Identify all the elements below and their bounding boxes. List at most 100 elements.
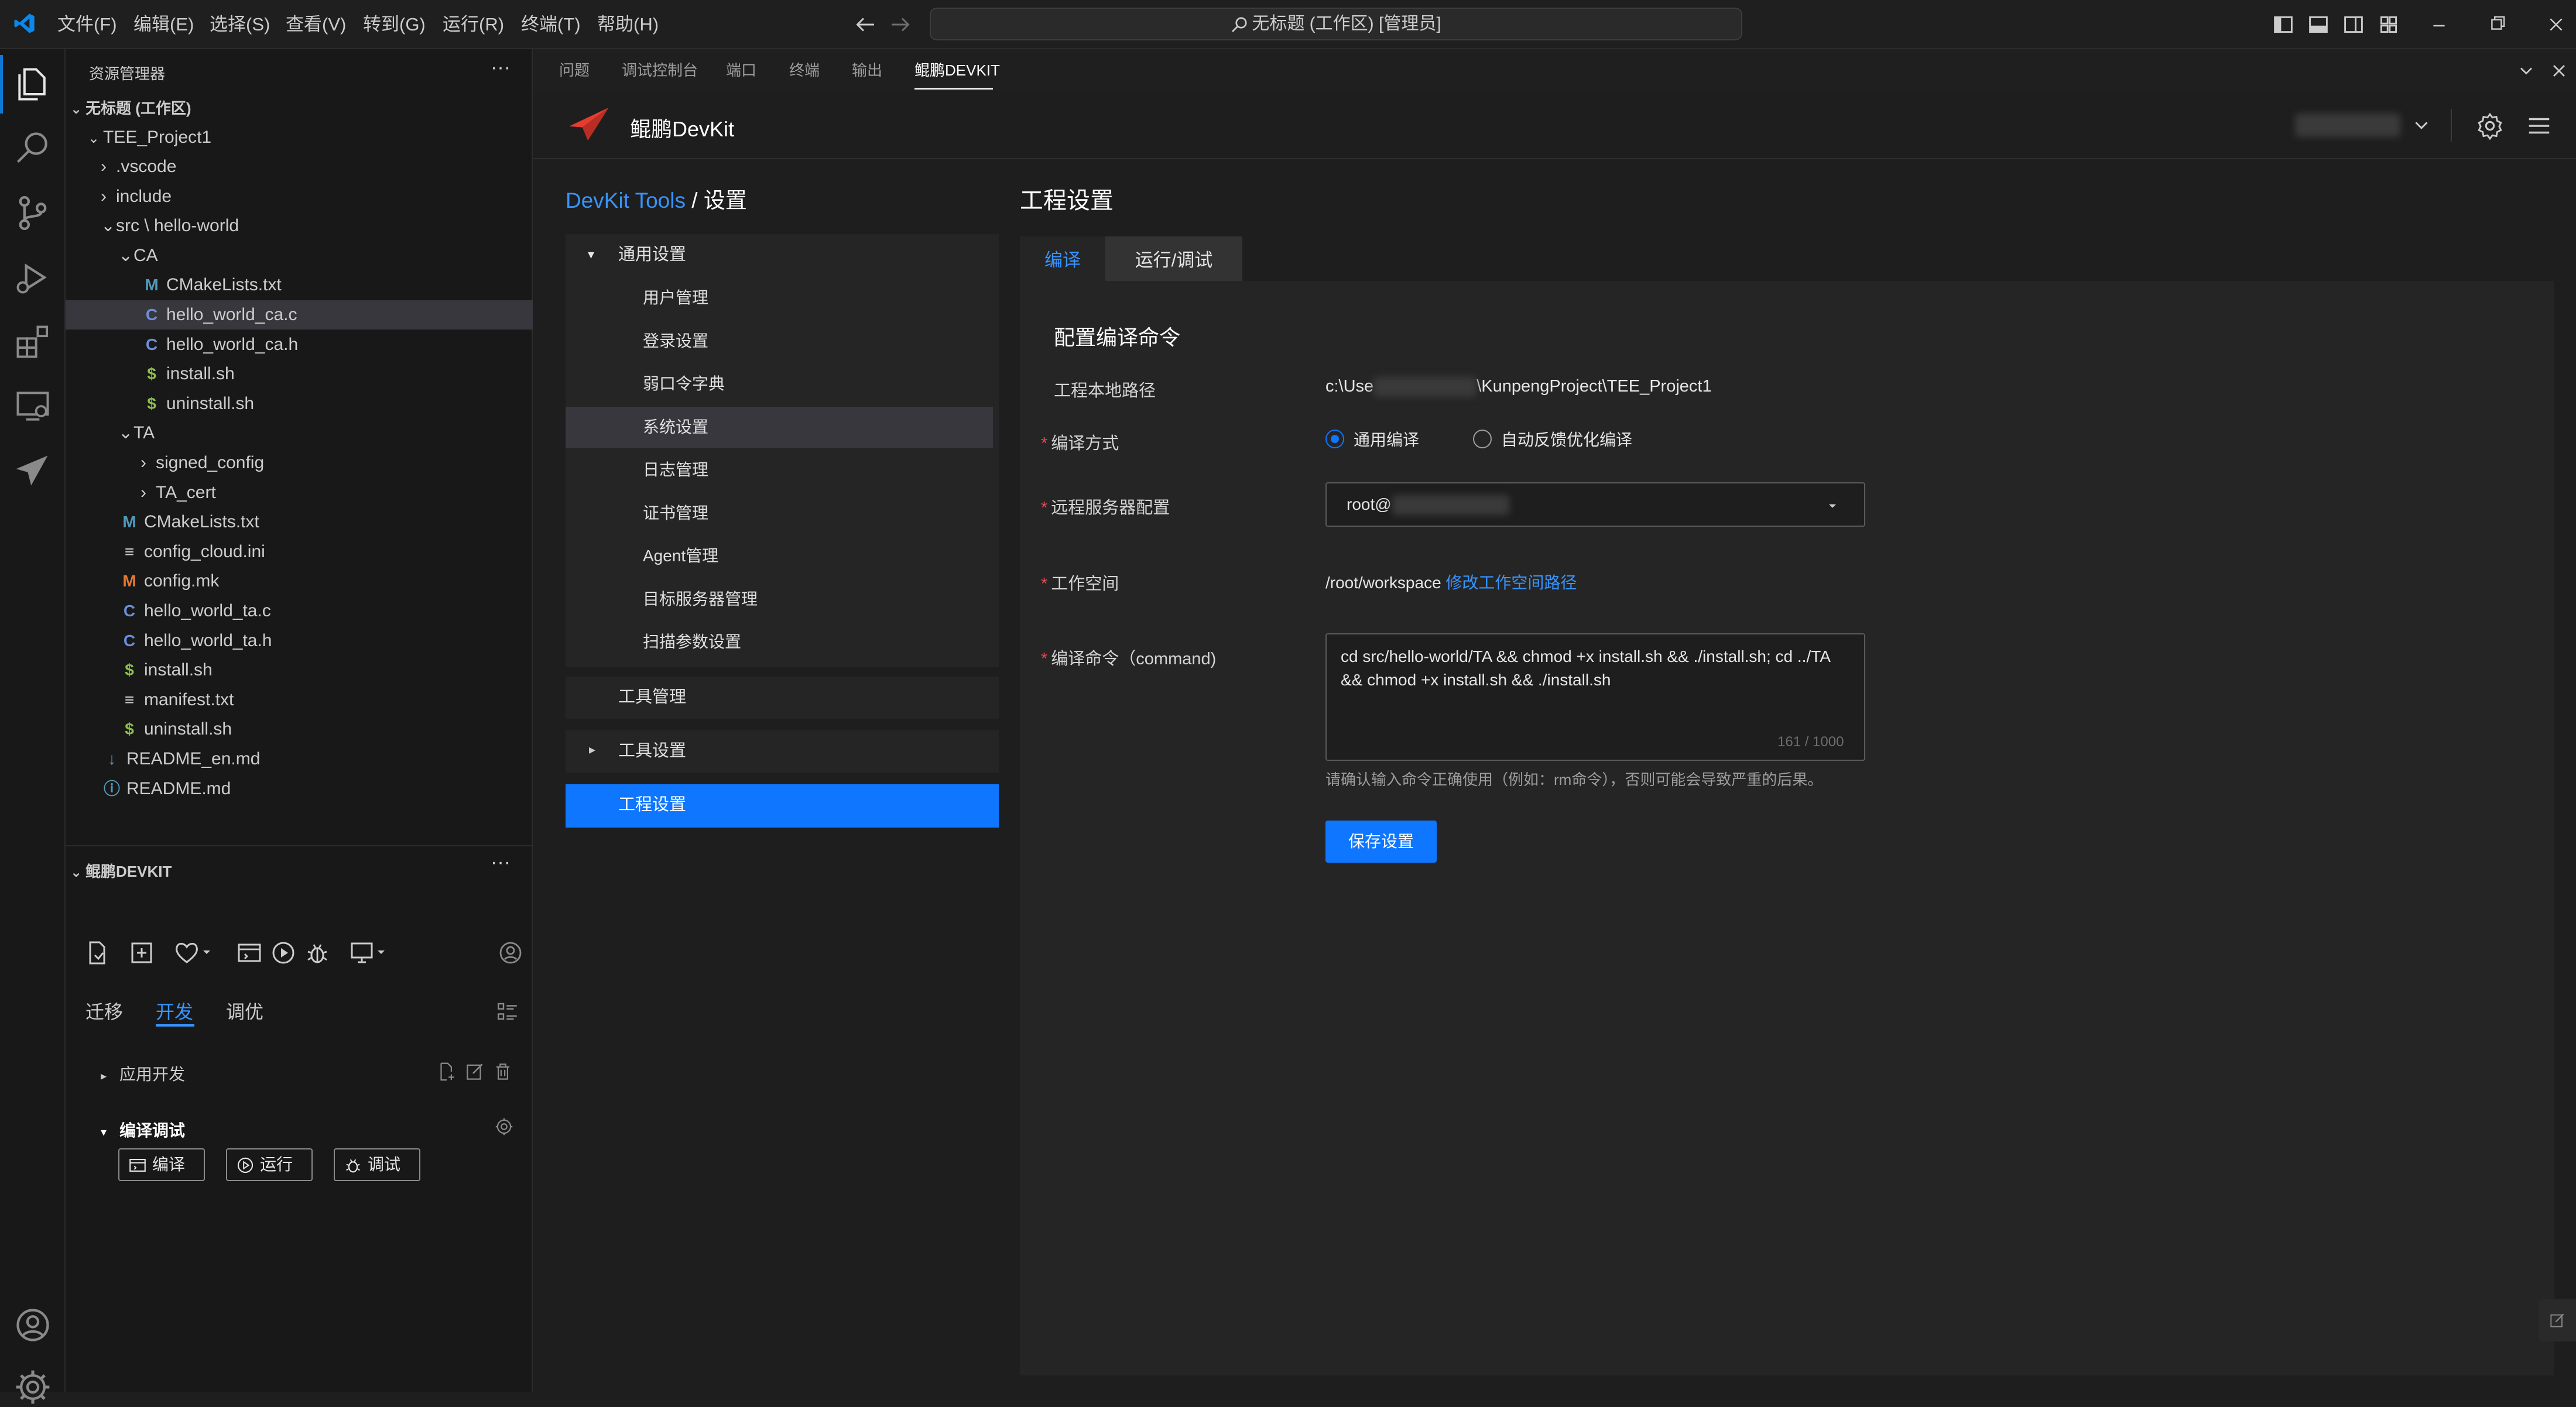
toggle-primary-sidebar-icon[interactable] xyxy=(2273,14,2294,35)
menu-terminal[interactable]: 终端(T) xyxy=(521,0,581,49)
forward-arrow-icon[interactable] xyxy=(890,15,911,34)
kunpeng-devkit-icon[interactable] xyxy=(13,451,53,490)
extensions-icon[interactable] xyxy=(13,322,53,362)
nav-sub-item[interactable]: 登录设置 xyxy=(566,321,999,362)
tab-develop[interactable]: 开发 xyxy=(156,997,193,1024)
nav-tools-settings[interactable]: ▸ 工具设置 xyxy=(566,730,999,773)
tab-ports[interactable]: 端口 xyxy=(726,49,756,91)
nav-sub-item[interactable]: 用户管理 xyxy=(566,277,999,318)
nav-sub-item[interactable]: 日志管理 xyxy=(566,449,999,490)
run-button[interactable]: 运行 xyxy=(226,1148,313,1181)
close-window-icon[interactable] xyxy=(2547,15,2565,34)
feedback-button[interactable] xyxy=(2539,1299,2576,1341)
tree-item[interactable]: Chello_world_ca.c xyxy=(66,300,533,330)
tree-item[interactable]: › signed_config xyxy=(66,448,533,478)
nav-sub-item[interactable]: 证书管理 xyxy=(566,493,999,534)
breadcrumb-link[interactable]: DevKit Tools xyxy=(566,188,686,212)
debug-button[interactable]: 调试 xyxy=(334,1148,420,1181)
nav-general-settings[interactable]: ▾ 通用设置 xyxy=(566,234,999,275)
tree-item[interactable]: › .vscode xyxy=(66,152,533,181)
back-arrow-icon[interactable] xyxy=(855,15,876,34)
command-center-search[interactable]: 无标题 (工作区) [管理员] xyxy=(930,8,1742,40)
health-check-dropdown-icon[interactable] xyxy=(172,939,213,967)
tab-tune[interactable]: 调优 xyxy=(226,997,263,1024)
settings-gear-icon[interactable] xyxy=(493,1116,515,1138)
close-panel-icon[interactable] xyxy=(2550,62,2568,80)
tab-debug-console[interactable]: 调试控制台 xyxy=(622,49,698,91)
change-workspace-link[interactable]: 修改工作空间路径 xyxy=(1445,574,1577,592)
tree-item[interactable]: ↓ README_en.md xyxy=(66,744,533,774)
menu-edit[interactable]: 编辑(E) xyxy=(133,0,194,49)
delete-trash-icon[interactable] xyxy=(492,1061,514,1083)
tree-item[interactable]: $ uninstall.sh xyxy=(66,715,533,744)
command-textarea[interactable]: cd src/hello-world/TA && chmod +x instal… xyxy=(1325,633,1865,761)
manage-gear-icon[interactable] xyxy=(13,1367,53,1407)
compile-icon[interactable] xyxy=(235,939,263,967)
minimize-icon[interactable] xyxy=(2430,16,2448,35)
tree-item[interactable]: $ install.sh xyxy=(66,359,533,389)
tree-item[interactable]: $ install.sh xyxy=(66,656,533,685)
nav-sub-item[interactable]: 目标服务器管理 xyxy=(566,579,999,620)
section-build-debug[interactable]: ▾ 编译调试 xyxy=(101,1118,185,1141)
nav-project-settings[interactable]: 工程设置 xyxy=(566,784,999,828)
nav-sub-item[interactable]: 系统设置 xyxy=(566,406,993,448)
tree-item[interactable]: M CMakeLists.txt xyxy=(66,507,533,537)
compile-button[interactable]: 编译 xyxy=(118,1148,205,1181)
tab-kunpeng-devkit[interactable]: 鲲鹏DEVKIT xyxy=(914,49,1000,91)
tab-compile[interactable]: 编译 xyxy=(1020,236,1105,284)
edit-icon[interactable] xyxy=(464,1061,486,1083)
import-project-icon[interactable] xyxy=(128,939,156,967)
nav-sub-item[interactable]: Agent管理 xyxy=(566,536,999,576)
toggle-panel-icon[interactable] xyxy=(2308,14,2329,35)
project-folder[interactable]: ⌄ TEE_Project1 xyxy=(66,123,533,152)
tree-item[interactable]: Chello_world_ta.c xyxy=(66,596,533,626)
tree-item[interactable]: › TA_cert xyxy=(66,478,533,507)
tree-item[interactable]: ⌄CA xyxy=(66,241,533,270)
workspace-root[interactable]: ⌄ 无标题 (工作区) xyxy=(66,94,533,123)
menu-help[interactable]: 帮助(H) xyxy=(597,0,659,49)
new-project-icon[interactable] xyxy=(83,939,111,967)
tree-item[interactable]: M CMakeLists.txt xyxy=(66,270,533,300)
run-icon[interactable] xyxy=(269,939,297,967)
tree-item[interactable]: ⌄src \ hello-world xyxy=(66,211,533,241)
nav-tools-management[interactable]: 工具管理 xyxy=(566,677,999,719)
menu-file[interactable]: 文件(F) xyxy=(57,0,117,49)
remote-dropdown-icon[interactable] xyxy=(348,939,389,967)
tree-item[interactable]: ⌄TA xyxy=(66,418,533,448)
toggle-secondary-sidebar-icon[interactable] xyxy=(2343,14,2364,35)
list-view-icon[interactable] xyxy=(495,1000,520,1024)
tree-item[interactable]: ⓘ README.md xyxy=(66,774,533,804)
user-account-icon[interactable] xyxy=(496,939,525,967)
save-settings-button[interactable]: 保存设置 xyxy=(1325,821,1437,863)
devkit-panel-header[interactable]: ⌄ 鲲鹏DEVKIT xyxy=(66,857,533,886)
tree-item[interactable]: ≡ manifest.txt xyxy=(66,685,533,715)
menu-view[interactable]: 查看(V) xyxy=(286,0,346,49)
debug-bug-icon[interactable] xyxy=(303,939,331,967)
radio-general-compile[interactable]: 通用编译 xyxy=(1325,427,1419,451)
menu-run[interactable]: 运行(R) xyxy=(443,0,504,49)
settings-gear-icon[interactable] xyxy=(2475,111,2505,140)
tab-migrate[interactable]: 迁移 xyxy=(85,997,123,1024)
server-select[interactable]: root@ xyxy=(1325,482,1865,527)
tree-item[interactable]: Chello_world_ca.h xyxy=(66,330,533,359)
restore-icon[interactable] xyxy=(2488,14,2507,33)
menu-selection[interactable]: 选择(S) xyxy=(210,0,270,49)
nav-sub-item[interactable]: 弱口令字典 xyxy=(566,363,999,404)
search-icon[interactable] xyxy=(13,129,53,169)
hamburger-menu-icon[interactable] xyxy=(2526,112,2553,139)
tree-item[interactable]: Chello_world_ta.h xyxy=(66,626,533,656)
more-actions-icon[interactable]: ··· xyxy=(491,851,511,874)
explorer-icon[interactable] xyxy=(13,64,53,104)
tab-problems[interactable]: 问题 xyxy=(559,49,590,91)
radio-auto-feedback-compile[interactable]: 自动反馈优化编译 xyxy=(1473,427,1632,451)
customize-layout-icon[interactable] xyxy=(2378,14,2399,35)
run-debug-icon[interactable] xyxy=(13,258,53,297)
tab-terminal[interactable]: 终端 xyxy=(789,49,820,91)
tree-item[interactable]: ≡ config_cloud.ini xyxy=(66,537,533,567)
menu-goto[interactable]: 转到(G) xyxy=(363,0,426,49)
tree-item[interactable]: Mconfig.mk xyxy=(66,567,533,596)
nav-sub-item[interactable]: 扫描参数设置 xyxy=(566,622,999,663)
tree-item[interactable]: › include xyxy=(66,182,533,211)
accounts-icon[interactable] xyxy=(13,1305,53,1345)
section-app-dev[interactable]: ▸ 应用开发 xyxy=(101,1062,185,1085)
